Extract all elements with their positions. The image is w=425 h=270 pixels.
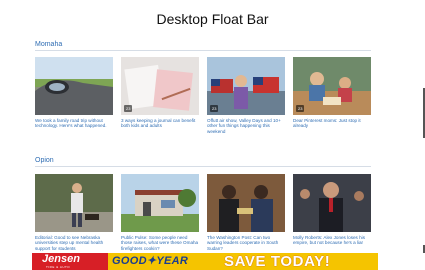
article-headline[interactable]: The Washington Post: Can two warring lea… bbox=[207, 235, 285, 251]
article-thumbnail[interactable] bbox=[35, 174, 113, 232]
page-title: Desktop Float Bar bbox=[156, 11, 269, 27]
article-headline[interactable]: Dear Pinterest moms: Just stop it alread… bbox=[293, 118, 371, 129]
article-card[interactable]: Molly Roberts: Alex Jones loses his empi… bbox=[293, 174, 371, 246]
article-card[interactable]: Editorial: Good to see Nebraska universi… bbox=[35, 174, 113, 251]
article-card[interactable]: Public Pulse: Some people need those rai… bbox=[121, 174, 199, 251]
article-thumbnail[interactable] bbox=[121, 174, 199, 232]
save-today-cta[interactable]: SAVE TODAY! bbox=[224, 253, 330, 270]
section-divider bbox=[35, 50, 371, 51]
article-card[interactable]: 23 Offutt air show, Valley Days and 10+ … bbox=[207, 57, 285, 134]
article-thumbnail[interactable]: 23 bbox=[207, 57, 285, 115]
article-headline[interactable]: We took a family road trip without techn… bbox=[35, 118, 113, 129]
photo-gallery-icon: 23 bbox=[296, 105, 305, 112]
article-headline[interactable]: Public Pulse: Some people need those rai… bbox=[121, 235, 199, 251]
article-thumbnail[interactable] bbox=[207, 174, 285, 232]
article-card[interactable]: The Washington Post: Can two warring lea… bbox=[207, 174, 285, 251]
article-headline[interactable]: 3 ways keeping a journal can benefit bot… bbox=[121, 118, 199, 129]
article-card[interactable]: We took a family road trip without techn… bbox=[35, 57, 113, 129]
desktop-float-bar-ad[interactable]: Jensen TIRE & AUTO GOOD✦YEAR SAVE TODAY! bbox=[32, 253, 378, 270]
photo-gallery-icon: 23 bbox=[210, 105, 219, 112]
article-thumbnail[interactable] bbox=[35, 57, 113, 115]
section-label-momaha[interactable]: Momaha bbox=[35, 41, 62, 48]
jensen-logo-subtext: TIRE & AUTO bbox=[46, 265, 71, 269]
article-headline[interactable]: Editorial: Good to see Nebraska universi… bbox=[35, 235, 113, 251]
goodyear-logo: GOOD✦YEAR bbox=[112, 255, 189, 267]
article-headline[interactable]: Offutt air show, Valley Days and 10+ oth… bbox=[207, 118, 285, 134]
photo-gallery-icon: 23 bbox=[124, 105, 133, 112]
article-card[interactable]: 23 Dear Pinterest moms: Just stop it alr… bbox=[293, 57, 371, 129]
section-label-opinion[interactable]: Opion bbox=[35, 157, 54, 164]
article-thumbnail[interactable]: 23 bbox=[293, 57, 371, 115]
article-card[interactable]: 23 3 ways keeping a journal can benefit … bbox=[121, 57, 199, 129]
article-thumbnail[interactable]: 23 bbox=[121, 57, 199, 115]
article-thumbnail[interactable] bbox=[293, 174, 371, 232]
article-headline[interactable]: Molly Roberts: Alex Jones loses his empi… bbox=[293, 235, 371, 246]
section-divider bbox=[35, 166, 371, 167]
